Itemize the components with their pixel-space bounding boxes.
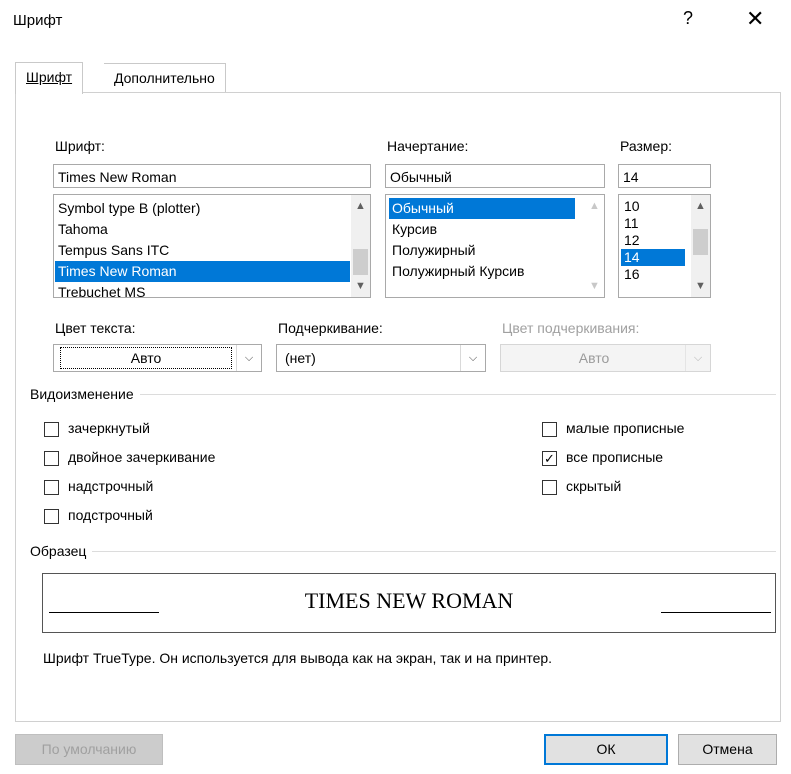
size-label: Размер:: [620, 138, 673, 154]
scroll-down-icon[interactable]: ▼: [691, 277, 710, 295]
list-item[interactable]: Tahoma: [55, 219, 350, 240]
all-caps-label[interactable]: все прописные: [566, 449, 663, 465]
dialog-title: Шрифт: [13, 12, 63, 29]
list-item[interactable]: Курсив: [389, 219, 575, 240]
tab-advanced-label: Дополнительно: [114, 70, 215, 86]
scroll-down-icon[interactable]: ▼: [351, 277, 370, 295]
text-color-label: Цвет текста:: [55, 320, 136, 336]
text-color-dropdown[interactable]: Авто ⌵: [53, 344, 262, 372]
preview-note: Шрифт TrueType. Он используется для выво…: [43, 650, 553, 666]
chevron-down-icon: ⌵: [685, 345, 710, 371]
effects-separator: [30, 394, 776, 395]
underline-color-label: Цвет подчеркивания:: [502, 320, 640, 336]
preview-text: TIMES NEW ROMAN: [304, 588, 514, 613]
help-button[interactable]: ?: [683, 8, 693, 29]
subscript-checkbox[interactable]: [44, 509, 59, 524]
strikethrough-checkbox[interactable]: [44, 422, 59, 437]
style-list-scrollbar[interactable]: ▲ ▼: [585, 195, 604, 297]
font-input[interactable]: Times New Roman: [53, 164, 371, 188]
size-list-scrollbar[interactable]: ▲ ▼: [691, 195, 710, 297]
list-item-selected[interactable]: Times New Roman: [55, 261, 350, 282]
underline-color-value: Авто: [578, 350, 610, 366]
hidden-checkbox[interactable]: [542, 480, 557, 495]
cancel-button[interactable]: Отмена: [678, 734, 777, 765]
size-input[interactable]: 14: [618, 164, 711, 188]
tab-advanced[interactable]: Дополнительно: [104, 63, 226, 92]
list-item[interactable]: Trebuchet MS: [55, 282, 350, 297]
scroll-up-icon[interactable]: ▲: [691, 197, 710, 215]
chevron-down-icon[interactable]: ⌵: [236, 345, 261, 371]
font-list[interactable]: Symbol type B (plotter) Tahoma Tempus Sa…: [53, 194, 371, 298]
superscript-checkbox[interactable]: [44, 480, 59, 495]
tab-font-label: Шрифт: [26, 69, 73, 85]
list-item[interactable]: Полужирный: [389, 240, 575, 261]
list-item[interactable]: Tempus Sans ITC: [55, 240, 350, 261]
preview-box: TIMES NEW ROMAN: [42, 573, 776, 633]
preview-label: Образец: [30, 543, 93, 559]
underline-color-dropdown: Авто ⌵: [500, 344, 711, 372]
strikethrough-label[interactable]: зачеркнутый: [68, 420, 150, 436]
underline-value: (нет): [285, 350, 316, 366]
style-label: Начертание:: [387, 138, 469, 154]
text-color-value: Авто: [58, 345, 234, 371]
checkmark-icon: ✓: [544, 451, 555, 466]
underline-dropdown[interactable]: (нет) ⌵: [276, 344, 486, 372]
chevron-down-icon[interactable]: ⌵: [460, 345, 485, 371]
small-caps-label[interactable]: малые прописные: [566, 420, 684, 436]
style-input[interactable]: Обычный: [385, 164, 605, 188]
effects-label: Видоизменение: [30, 386, 140, 402]
preview-separator: [30, 551, 776, 552]
font-list-scrollbar[interactable]: ▲ ▼: [351, 195, 370, 297]
set-default-button[interactable]: По умолчанию: [15, 734, 163, 765]
list-item[interactable]: 10: [621, 198, 685, 215]
list-item[interactable]: Полужирный Курсив: [389, 261, 575, 282]
underline-label: Подчеркивание:: [278, 320, 383, 336]
list-item[interactable]: 11: [621, 215, 685, 232]
tab-font[interactable]: Шрифт: [15, 62, 84, 94]
scroll-thumb[interactable]: [693, 229, 708, 255]
list-item-selected[interactable]: 14: [621, 249, 685, 266]
scroll-down-icon[interactable]: ▼: [585, 277, 604, 295]
subscript-label[interactable]: подстрочный: [68, 507, 153, 523]
small-caps-checkbox[interactable]: [542, 422, 557, 437]
list-item[interactable]: Symbol type B (plotter): [55, 198, 350, 219]
style-list[interactable]: Обычный Курсив Полужирный Полужирный Кур…: [385, 194, 605, 298]
scroll-up-icon[interactable]: ▲: [585, 197, 604, 215]
double-strikethrough-label[interactable]: двойное зачеркивание: [68, 449, 215, 465]
preview-line-right: [661, 612, 771, 613]
close-button[interactable]: ✕: [746, 6, 764, 32]
font-label: Шрифт:: [55, 138, 105, 154]
hidden-label[interactable]: скрытый: [566, 478, 621, 494]
list-item[interactable]: 16: [621, 266, 685, 283]
all-caps-checkbox[interactable]: ✓: [542, 451, 557, 466]
ok-button[interactable]: ОК: [544, 734, 668, 765]
double-strikethrough-checkbox[interactable]: [44, 451, 59, 466]
superscript-label[interactable]: надстрочный: [68, 478, 153, 494]
list-item[interactable]: 12: [621, 232, 685, 249]
scroll-thumb[interactable]: [353, 249, 368, 275]
scroll-up-icon[interactable]: ▲: [351, 197, 370, 215]
size-list[interactable]: 10 11 12 14 16 ▲ ▼: [618, 194, 711, 298]
list-item-selected[interactable]: Обычный: [389, 198, 575, 219]
